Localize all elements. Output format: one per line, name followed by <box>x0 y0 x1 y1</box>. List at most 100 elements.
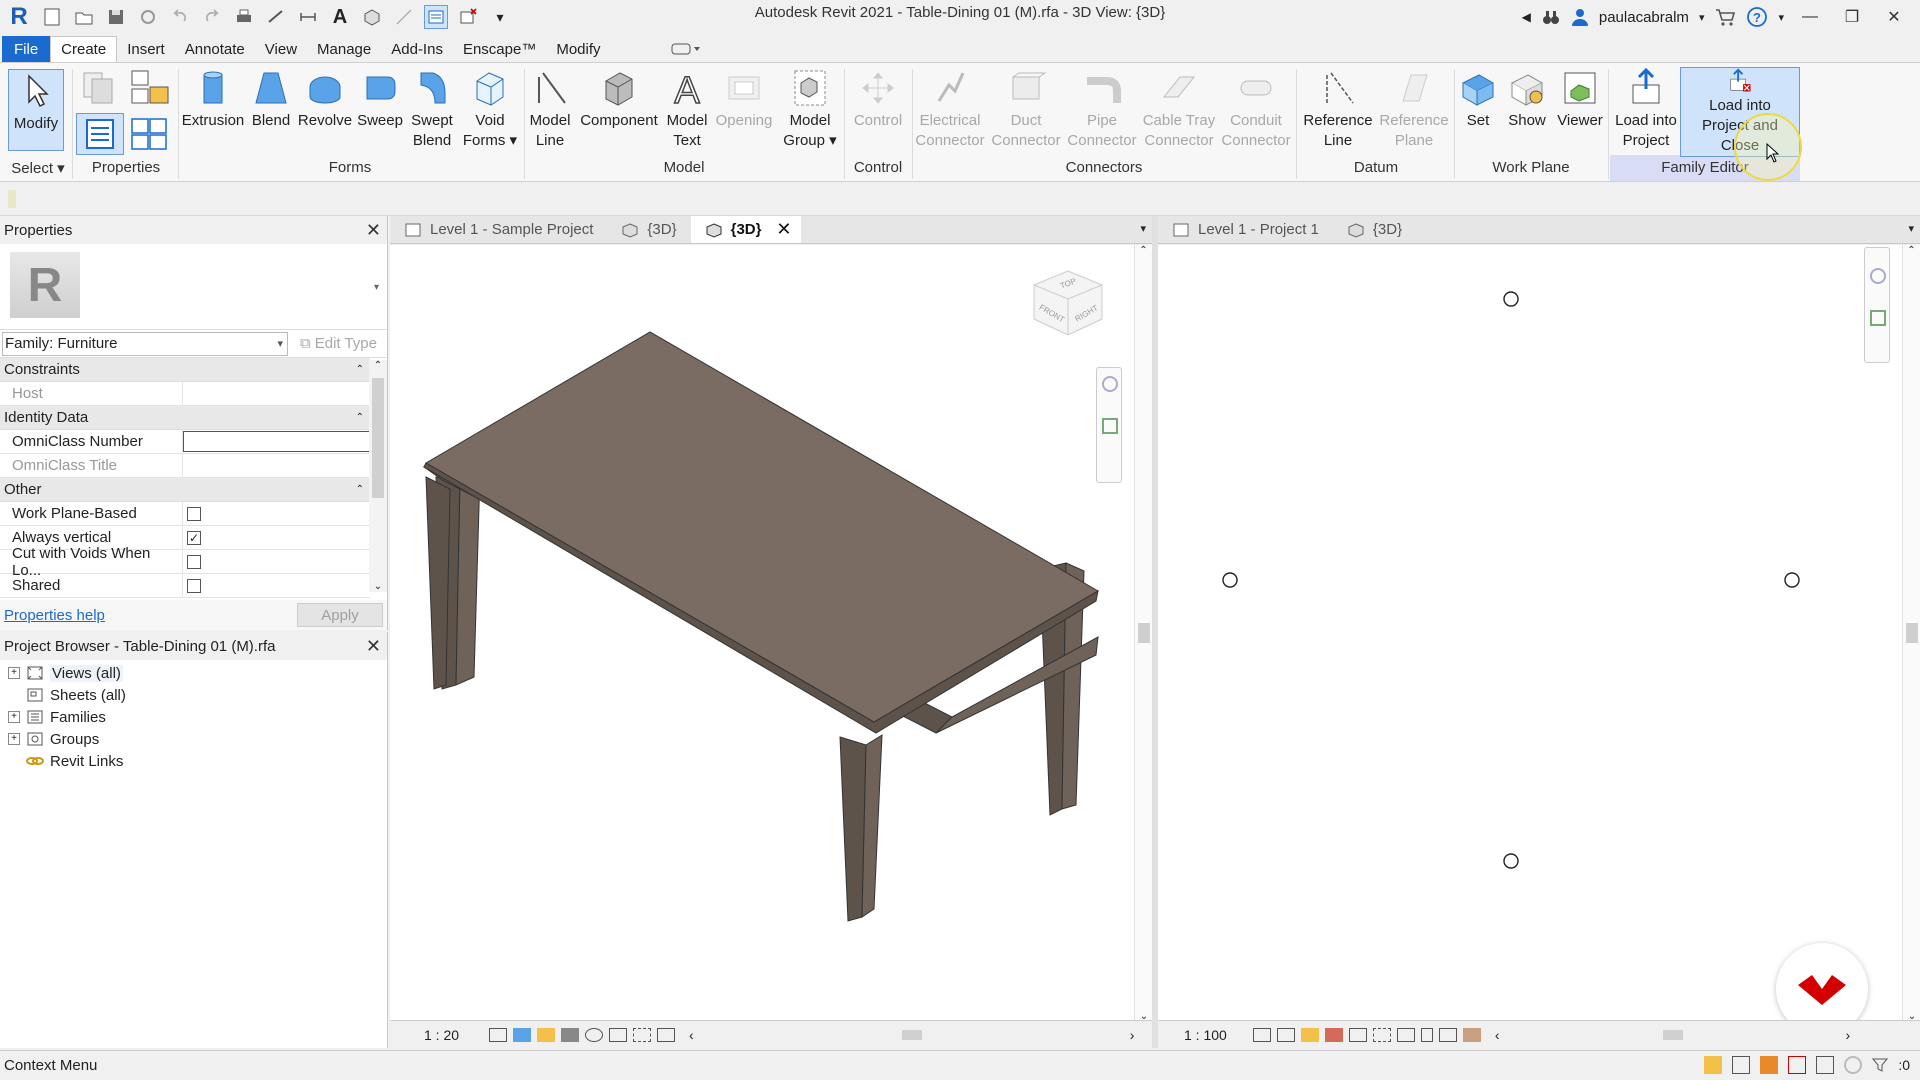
temporary-hide-icon[interactable] <box>1372 1027 1391 1042</box>
tab-3d-project-1[interactable]: {3D} <box>1333 216 1416 243</box>
view-scale[interactable]: 1 : 100 <box>1184 1027 1227 1043</box>
ribbon-display-toggle[interactable] <box>661 36 711 62</box>
omniclass-number-field[interactable] <box>183 431 370 452</box>
control-tool[interactable]: Control <box>846 67 910 131</box>
steering-wheel-icon[interactable] <box>1102 376 1118 392</box>
project-plan-canvas[interactable]: ⌃ ⌄ <box>1158 245 1920 1035</box>
sweep-tool[interactable]: Sweep <box>356 67 404 131</box>
text-icon[interactable]: A <box>328 5 352 29</box>
tab-annotate[interactable]: Annotate <box>175 36 255 62</box>
left-view-vscroll[interactable]: ⌃ ⌄ <box>1134 245 1152 1022</box>
sun-path-icon[interactable] <box>1300 1027 1319 1042</box>
tab-3d-sample-project[interactable]: {3D} <box>607 216 690 243</box>
collapse-icon[interactable]: ⌃ <box>356 484 364 495</box>
properties-help-link[interactable]: Properties help <box>4 607 105 624</box>
void-forms-tool[interactable]: Void Forms ▾ <box>462 67 518 151</box>
set-tool[interactable]: Set <box>1456 67 1500 131</box>
close-window-button[interactable]: ✕ <box>1878 3 1910 31</box>
reference-plane-tool[interactable]: Reference Plane <box>1378 67 1450 151</box>
scroll-thumb[interactable] <box>1662 1029 1683 1040</box>
family-category-button[interactable] <box>78 69 124 107</box>
cable-tray-connector-tool[interactable]: Cable Tray Connector <box>1142 67 1216 151</box>
scroll-thumb[interactable] <box>901 1029 922 1040</box>
group-constraints[interactable]: Constraints ⌃ <box>0 358 370 382</box>
tab-3d-family[interactable]: {3D} ✕ <box>690 216 802 243</box>
select-underlay-icon[interactable] <box>1732 1056 1751 1074</box>
help-icon[interactable]: ? <box>1746 6 1768 28</box>
detail-level-icon[interactable] <box>1252 1027 1271 1042</box>
scroll-left-icon[interactable]: ◀ <box>1522 10 1531 24</box>
opening-tool[interactable]: Opening <box>712 67 776 131</box>
measure-icon[interactable] <box>264 5 288 29</box>
tab-enscape[interactable]: Enscape™ <box>453 36 546 62</box>
drag-elements-icon[interactable] <box>1816 1056 1835 1074</box>
tree-item-families[interactable]: + Families <box>0 706 387 728</box>
temporary-hide-icon[interactable] <box>633 1027 652 1042</box>
modify-tool[interactable]: Modify <box>8 69 64 151</box>
viewer-tool[interactable]: Viewer <box>1554 67 1606 131</box>
lock-3d-icon[interactable] <box>1420 1027 1433 1042</box>
right-view-vscroll[interactable]: ⌃ ⌄ <box>1902 245 1920 1022</box>
shared-checkbox[interactable] <box>187 578 201 593</box>
conduit-connector-tool[interactable]: Conduit Connector <box>1218 67 1294 151</box>
tab-view[interactable]: View <box>255 36 307 62</box>
tab-level-1-sample-project[interactable]: Level 1 - Sample Project <box>390 216 607 243</box>
family-types-button[interactable] <box>128 67 172 109</box>
minimize-button[interactable]: — <box>1794 3 1826 31</box>
tree-item-groups[interactable]: + Groups <box>0 728 387 750</box>
view-splitter[interactable] <box>1152 216 1158 1048</box>
tab-add-ins[interactable]: Add-Ins <box>381 36 453 62</box>
filter-icon[interactable] <box>1872 1057 1889 1073</box>
align-dimension-icon[interactable] <box>296 5 320 29</box>
tree-item-sheets[interactable]: Sheets (all) <box>0 684 387 706</box>
type-properties-button[interactable] <box>128 113 172 155</box>
zoom-icon[interactable] <box>1870 310 1886 326</box>
background-process-icon[interactable] <box>1844 1056 1863 1074</box>
tabs-menu-icon[interactable]: ▾ <box>1908 222 1914 235</box>
group-other[interactable]: Other ⌃ <box>0 478 370 502</box>
duct-connector-tool[interactable]: Duct Connector <box>990 67 1062 151</box>
work-plane-based-checkbox[interactable] <box>187 506 201 521</box>
view-cube[interactable]: TOP FRONT RIGHT <box>1028 265 1108 345</box>
type-selector[interactable]: R ▾ <box>0 244 387 330</box>
hscroll-right-icon[interactable]: › <box>1846 1027 1851 1043</box>
hscroll-left-icon[interactable]: ‹ <box>1495 1027 1500 1043</box>
cut-with-voids-checkbox[interactable] <box>187 554 201 569</box>
binoculars-icon[interactable] <box>1541 7 1561 27</box>
rendering-icon[interactable] <box>585 1027 604 1042</box>
select-pinned-icon[interactable] <box>1760 1056 1779 1074</box>
scroll-thumb[interactable] <box>372 378 384 498</box>
user-menu-icon[interactable]: ▾ <box>1699 11 1705 24</box>
tab-manage[interactable]: Manage <box>307 36 381 62</box>
select-by-face-icon[interactable] <box>1788 1056 1807 1074</box>
edit-type-button[interactable]: ⧉ Edit Type <box>300 335 377 352</box>
detail-level-icon[interactable] <box>489 1027 508 1042</box>
model-line-tool[interactable]: Model Line <box>526 67 574 151</box>
expand-icon[interactable]: + <box>8 711 20 723</box>
pipe-connector-tool[interactable]: Pipe Connector <box>1064 67 1140 151</box>
print-icon[interactable] <box>232 5 256 29</box>
default-3d-view-icon[interactable] <box>360 5 384 29</box>
extrusion-tool[interactable]: Extrusion <box>182 67 244 131</box>
sun-path-icon[interactable] <box>537 1027 556 1042</box>
component-tool[interactable]: Component <box>578 67 660 131</box>
model-text-tool[interactable]: A Model Text <box>664 67 710 151</box>
blend-tool[interactable]: Blend <box>248 67 294 131</box>
thin-lines-icon[interactable] <box>392 5 416 29</box>
shadows-icon[interactable] <box>561 1027 580 1042</box>
reference-line-tool[interactable]: Reference Line <box>1302 67 1374 151</box>
show-tool[interactable]: Show <box>1502 67 1552 131</box>
steering-wheel-icon[interactable] <box>1870 268 1886 284</box>
tab-level-1-project-1[interactable]: Level 1 - Project 1 <box>1158 216 1333 243</box>
scroll-up-icon[interactable]: ⌃ <box>369 360 387 371</box>
scroll-up-icon[interactable]: ⌃ <box>1903 245 1920 256</box>
scroll-thumb[interactable] <box>1138 623 1150 643</box>
customize-qat-icon[interactable]: ▾ <box>488 5 512 29</box>
tree-item-views[interactable]: + Views (all) <box>0 662 387 684</box>
tree-item-revit-links[interactable]: Revit Links <box>0 750 387 772</box>
family-filter-dropdown[interactable]: Family: Furniture ▾ <box>2 331 288 356</box>
redo-icon[interactable] <box>200 5 224 29</box>
close-tab-icon[interactable]: ✕ <box>776 219 791 240</box>
zoom-icon[interactable] <box>1102 418 1118 434</box>
new-icon[interactable] <box>40 5 64 29</box>
